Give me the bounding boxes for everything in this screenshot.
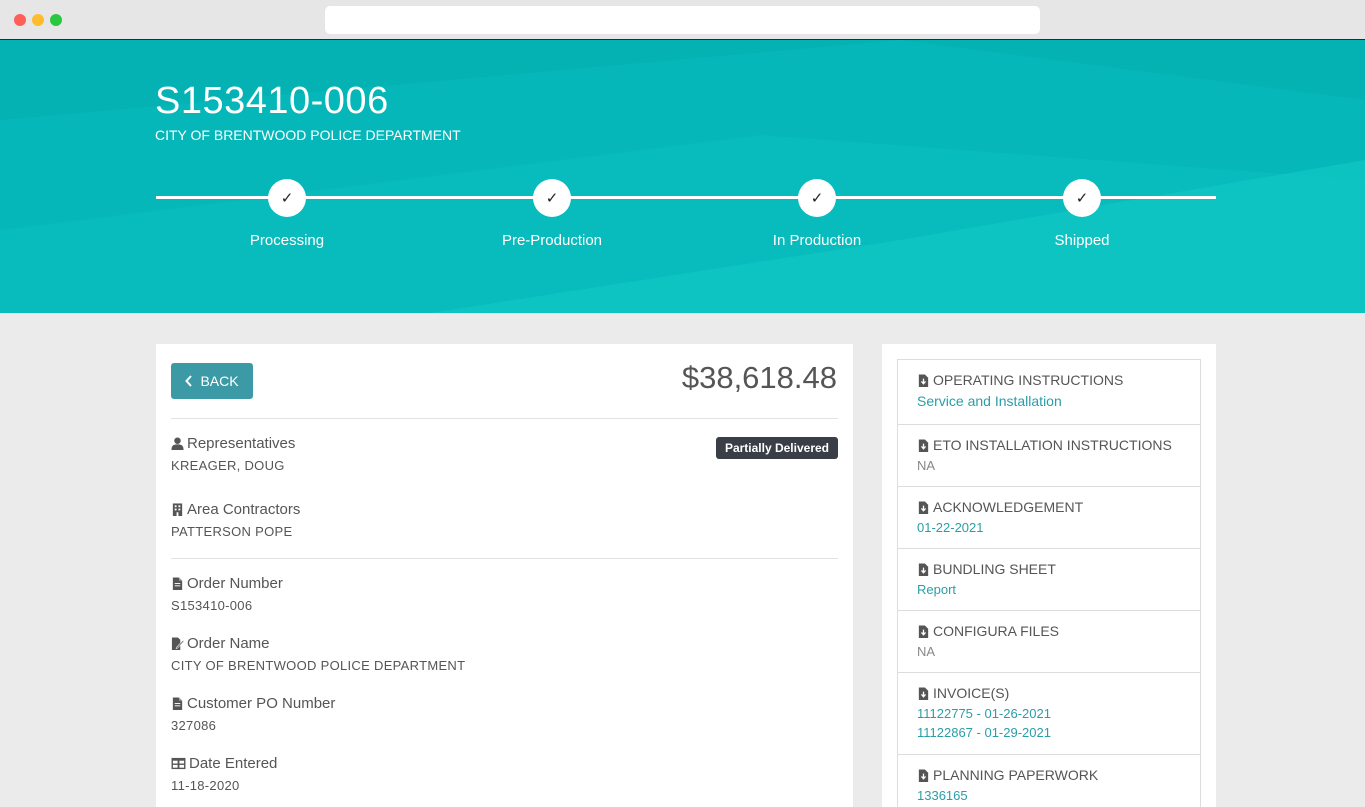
file-download-icon: [918, 768, 929, 782]
doc-title: INVOICE(S): [933, 685, 1010, 701]
doc-value: NA: [917, 458, 936, 473]
doc-link[interactable]: 11122867 - 01-29-2021: [917, 725, 1181, 740]
field-value: PATTERSON POPE: [171, 524, 293, 539]
edit-file-icon: [171, 637, 184, 650]
step-label: In Production: [772, 232, 862, 249]
doc-configura-files: CONFIGURA FILES NA: [898, 611, 1200, 673]
field-value: KREAGER, DOUG: [171, 458, 285, 473]
user-icon: [171, 437, 184, 450]
doc-link[interactable]: 1336165: [917, 788, 1181, 803]
doc-link[interactable]: Report: [917, 582, 1181, 597]
field-value: 11-18-2020: [171, 778, 240, 793]
file-download-icon: [918, 438, 929, 452]
field-representatives: Representatives KREAGER, DOUG: [171, 435, 295, 473]
doc-eto-installation: ETO INSTALLATION INSTRUCTIONS NA: [898, 425, 1200, 487]
check-icon: ✓: [798, 179, 836, 217]
doc-title: ETO INSTALLATION INSTRUCTIONS: [933, 437, 1172, 453]
doc-title: BUNDLING SHEET: [933, 561, 1056, 577]
order-details-card: BACK $38,618.48 Partially Delivered Repr…: [156, 344, 853, 807]
doc-title: PLANNING PAPERWORK: [933, 767, 1099, 783]
file-download-icon: [918, 373, 929, 387]
close-window-dot[interactable]: [14, 14, 26, 26]
doc-acknowledgement: ACKNOWLEDGEMENT 01-22-2021: [898, 487, 1200, 549]
file-icon: [172, 577, 183, 590]
field-order-name: Order Name CITY OF BRENTWOOD POLICE DEPA…: [171, 635, 465, 673]
chevron-left-icon: [185, 375, 193, 387]
back-button-label: BACK: [200, 373, 239, 389]
table-icon: [171, 757, 186, 770]
status-badge: Partially Delivered: [715, 437, 838, 459]
order-customer: CITY OF BRENTWOOD POLICE DEPARTMENT: [155, 127, 461, 143]
step-pre-production: ✓ Pre-Production: [452, 179, 652, 249]
step-shipped: ✓ Shipped: [982, 179, 1182, 249]
order-title: S153410-006: [155, 80, 389, 122]
documents-card: OPERATING INSTRUCTIONS Service and Insta…: [882, 344, 1216, 807]
field-date-entered: Date Entered 11-18-2020: [171, 755, 277, 793]
doc-link[interactable]: 01-22-2021: [917, 520, 1181, 535]
field-order-number: Order Number S153410-006: [171, 575, 283, 613]
field-label: Area Contractors: [187, 501, 301, 518]
file-download-icon: [918, 562, 929, 576]
address-bar[interactable]: [325, 6, 1040, 34]
step-label: Shipped: [1054, 232, 1110, 249]
file-download-icon: [918, 624, 929, 638]
minimize-window-dot[interactable]: [32, 14, 44, 26]
check-icon: ✓: [1063, 179, 1101, 217]
divider: [171, 418, 838, 419]
divider: [171, 558, 838, 559]
doc-bundling-sheet: BUNDLING SHEET Report: [898, 549, 1200, 611]
step-in-production: ✓ In Production: [717, 179, 917, 249]
field-label: Representatives: [187, 435, 296, 452]
field-label: Order Name: [187, 635, 270, 652]
field-value: CITY OF BRENTWOOD POLICE DEPARTMENT: [171, 658, 466, 673]
step-label: Processing: [249, 232, 325, 249]
field-value: S153410-006: [171, 598, 253, 613]
field-value: 327086: [171, 718, 217, 733]
browser-chrome: [0, 0, 1365, 40]
check-icon: ✓: [533, 179, 571, 217]
doc-invoices: INVOICE(S) 11122775 - 01-26-2021 1112286…: [898, 673, 1200, 755]
check-icon: ✓: [268, 179, 306, 217]
documents-list: OPERATING INSTRUCTIONS Service and Insta…: [897, 359, 1201, 807]
doc-operating-instructions: OPERATING INSTRUCTIONS Service and Insta…: [898, 360, 1200, 425]
step-processing: ✓ Processing: [187, 179, 387, 249]
back-button[interactable]: BACK: [171, 363, 253, 399]
field-label: Customer PO Number: [187, 695, 336, 712]
doc-title: OPERATING INSTRUCTIONS: [933, 372, 1124, 388]
field-label: Date Entered: [189, 755, 278, 772]
file-icon: [172, 697, 183, 710]
doc-link[interactable]: Service and Installation: [917, 393, 1181, 409]
order-header: S153410-006 CITY OF BRENTWOOD POLICE DEP…: [0, 40, 1365, 313]
doc-value: NA: [917, 644, 936, 659]
doc-link[interactable]: 11122775 - 01-26-2021: [917, 706, 1181, 721]
field-label: Order Number: [187, 575, 283, 592]
zoom-window-dot[interactable]: [50, 14, 62, 26]
doc-title: ACKNOWLEDGEMENT: [933, 499, 1084, 515]
building-icon: [172, 503, 183, 516]
doc-planning-paperwork: PLANNING PAPERWORK 1336165: [898, 755, 1200, 807]
step-label: Pre-Production: [501, 232, 603, 249]
field-area-contractors: Area Contractors PATTERSON POPE: [171, 501, 300, 539]
doc-title: CONFIGURA FILES: [933, 623, 1060, 639]
field-customer-po: Customer PO Number 327086: [171, 695, 335, 733]
order-total: $38,618.48: [681, 360, 837, 395]
file-download-icon: [918, 500, 929, 514]
file-download-icon: [918, 686, 929, 700]
